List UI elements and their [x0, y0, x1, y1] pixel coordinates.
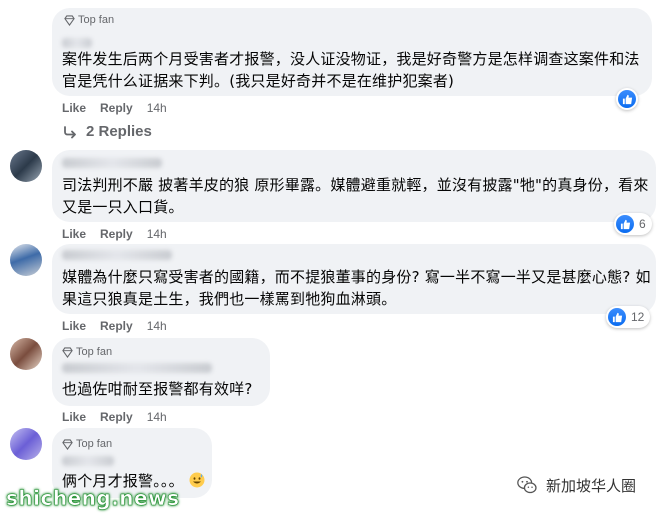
- like-button[interactable]: Like: [62, 101, 86, 115]
- comment-actions: Like Reply 14h: [62, 227, 167, 241]
- wechat-icon: [517, 476, 537, 494]
- avatar[interactable]: [10, 150, 42, 182]
- timestamp[interactable]: 14h: [147, 227, 167, 241]
- reaction-count[interactable]: [616, 88, 638, 110]
- diamond-icon: [64, 14, 75, 26]
- diamond-icon: [62, 438, 73, 450]
- top-fan-badge: Top fan: [62, 346, 112, 358]
- reply-button[interactable]: Reply: [100, 410, 133, 424]
- comment-actions: Like Reply 14h: [62, 101, 167, 115]
- timestamp[interactable]: 14h: [147, 101, 167, 115]
- comment-bubble: Top fan 案件发生后两个月受害者才报警，没人证没物证，我是好奇警方是怎样调…: [52, 8, 652, 96]
- like-reaction-icon: [608, 308, 626, 326]
- comment-bubble: Top fan 也過佐咁耐至报警都有效咩?: [52, 338, 270, 406]
- timestamp[interactable]: 14h: [147, 410, 167, 424]
- avatar[interactable]: [10, 338, 42, 370]
- like-reaction-icon: [616, 215, 634, 233]
- comment-text: 也過佐咁耐至报警都有效咩?: [62, 380, 253, 398]
- like-button[interactable]: Like: [62, 410, 86, 424]
- comment-actions: Like Reply 14h: [62, 319, 167, 333]
- reply-button[interactable]: Reply: [100, 319, 133, 333]
- like-button[interactable]: Like: [62, 227, 86, 241]
- like-button[interactable]: Like: [62, 319, 86, 333]
- author-name[interactable]: [62, 456, 114, 466]
- site-watermark: shicheng.news: [6, 486, 180, 511]
- reply-button[interactable]: Reply: [100, 101, 133, 115]
- comment-actions: Like Reply 14h: [62, 410, 167, 424]
- view-replies-button[interactable]: 2 Replies: [62, 123, 152, 140]
- comment-text: 媒體為什麼只寫受害者的國籍，而不提狼董事的身份? 寫一半不寫一半又是甚麼心態? …: [62, 268, 651, 308]
- top-fan-badge: Top fan: [62, 438, 112, 450]
- comment-text: 司法判刑不嚴 披著羊皮的狼 原形畢露。媒體避重就輕，並沒有披露"牠"的真身份，看…: [62, 176, 649, 216]
- top-fan-badge: Top fan: [64, 14, 114, 26]
- reply-arrow-icon: [64, 125, 76, 138]
- diamond-icon: [62, 346, 73, 358]
- avatar[interactable]: [10, 244, 42, 276]
- like-reaction-icon: [618, 90, 636, 108]
- author-name[interactable]: [62, 38, 92, 48]
- author-name[interactable]: [62, 250, 172, 260]
- author-name[interactable]: [62, 158, 162, 168]
- comment-bubble: 媒體為什麼只寫受害者的國籍，而不提狼董事的身份? 寫一半不寫一半又是甚麼心態? …: [52, 244, 656, 314]
- comment-text: 案件发生后两个月受害者才报警，没人证没物证，我是好奇警方是怎样调查这案件和法 官…: [62, 50, 640, 90]
- timestamp[interactable]: 14h: [147, 319, 167, 333]
- reaction-count[interactable]: 12: [606, 306, 651, 328]
- grinning-sweat-emoji-icon: [189, 472, 205, 488]
- reaction-count[interactable]: 6: [614, 213, 652, 235]
- reply-button[interactable]: Reply: [100, 227, 133, 241]
- author-name[interactable]: [62, 363, 212, 373]
- wechat-watermark: 新加坡华人圈: [516, 474, 636, 496]
- comment-bubble: 司法判刑不嚴 披著羊皮的狼 原形畢露。媒體避重就輕，並沒有披露"牠"的真身份，看…: [52, 150, 656, 222]
- avatar[interactable]: [10, 428, 42, 460]
